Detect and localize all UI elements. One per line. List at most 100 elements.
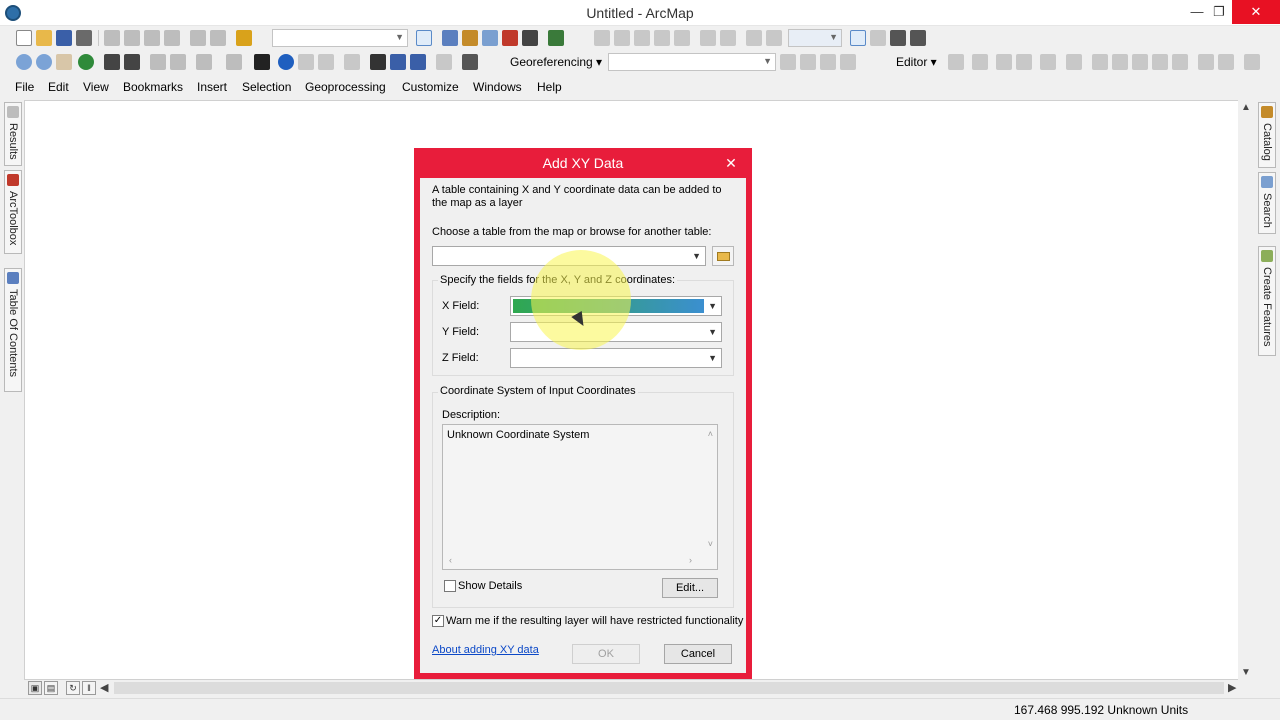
map-scale-combo[interactable]: ▼ bbox=[272, 29, 408, 47]
sketch-properties-icon[interactable] bbox=[1218, 54, 1234, 70]
pause-drawing-button[interactable]: ‖ bbox=[82, 681, 96, 695]
dock-tab-table-of-contents[interactable]: Table Of Contents bbox=[4, 268, 22, 392]
layout-tool-2-icon[interactable] bbox=[766, 30, 782, 46]
zoom-out-icon[interactable] bbox=[36, 54, 52, 70]
ok-button[interactable]: OK bbox=[572, 644, 640, 664]
horizontal-scroll-track[interactable] bbox=[114, 682, 1224, 694]
table-of-contents-icon[interactable] bbox=[442, 30, 458, 46]
georeferencing-menu[interactable]: Georeferencing ▾ bbox=[510, 55, 602, 69]
rotate-icon[interactable] bbox=[780, 54, 796, 70]
menu-windows[interactable]: Windows bbox=[473, 80, 522, 94]
editor-menu[interactable]: Editor ▾ bbox=[896, 55, 937, 69]
maximize-button[interactable]: ❐ bbox=[1204, 0, 1234, 24]
redo-icon[interactable] bbox=[210, 30, 226, 46]
save-icon[interactable] bbox=[56, 30, 72, 46]
layout-zoom-icon[interactable] bbox=[700, 30, 716, 46]
new-document-icon[interactable] bbox=[16, 30, 32, 46]
copy-icon[interactable] bbox=[124, 30, 140, 46]
menu-file[interactable]: File bbox=[15, 80, 34, 94]
scroll-left-arrow-icon[interactable]: ◀ bbox=[100, 681, 108, 694]
arctoolbox-icon[interactable] bbox=[502, 30, 518, 46]
dock-tab-create-features[interactable]: Create Features bbox=[1258, 246, 1276, 356]
python-window-icon[interactable] bbox=[522, 30, 538, 46]
pan-hand-icon[interactable] bbox=[56, 54, 72, 70]
zoom-in-fixed-icon[interactable] bbox=[594, 30, 610, 46]
trace-icon[interactable] bbox=[1040, 54, 1056, 70]
reshape-icon[interactable] bbox=[1112, 54, 1128, 70]
menu-edit[interactable]: Edit bbox=[48, 80, 69, 94]
scroll-down-arrow-icon[interactable]: ▼ bbox=[1241, 667, 1251, 678]
layout-view-button[interactable]: ▤ bbox=[44, 681, 58, 695]
select-elements-arrow-icon[interactable] bbox=[254, 54, 270, 70]
time-slider-icon[interactable] bbox=[436, 54, 452, 70]
hyperlink-icon[interactable] bbox=[298, 54, 314, 70]
edit-tool-icon[interactable] bbox=[948, 54, 964, 70]
find-binoculars-icon[interactable] bbox=[370, 54, 386, 70]
dock-tab-results[interactable]: Results bbox=[4, 102, 22, 166]
chevron-right-icon[interactable]: › bbox=[689, 555, 692, 565]
menu-insert[interactable]: Insert bbox=[197, 80, 227, 94]
paste-icon[interactable] bbox=[144, 30, 160, 46]
split-icon[interactable] bbox=[1152, 54, 1168, 70]
point-icon[interactable] bbox=[1066, 54, 1082, 70]
menu-selection[interactable]: Selection bbox=[242, 80, 291, 94]
pan-fixed-icon[interactable] bbox=[634, 30, 650, 46]
about-adding-xy-data-link[interactable]: About adding XY data bbox=[432, 644, 539, 656]
scale-icon[interactable] bbox=[820, 54, 836, 70]
georeferencing-layer-combo[interactable]: ▼ bbox=[608, 53, 776, 71]
browse-button[interactable] bbox=[712, 246, 734, 266]
show-details-checkbox[interactable] bbox=[444, 580, 456, 592]
description-box[interactable]: Unknown Coordinate System ˄ ˅ ‹ › bbox=[442, 424, 718, 570]
refresh-button[interactable]: ↻ bbox=[66, 681, 80, 695]
data-view-button[interactable]: ▣ bbox=[28, 681, 42, 695]
change-layout-icon[interactable] bbox=[870, 30, 886, 46]
layout-zoom-combo[interactable]: ▼ bbox=[788, 29, 842, 47]
horizontal-scrollbar[interactable]: ▣ ▤ ↻ ‖ ◀ ▶ bbox=[24, 680, 1240, 696]
dock-tab-catalog[interactable]: Catalog bbox=[1258, 102, 1276, 168]
model-builder-icon[interactable] bbox=[548, 30, 564, 46]
full-extent-icon[interactable] bbox=[654, 30, 670, 46]
html-popup-icon[interactable] bbox=[318, 54, 334, 70]
scroll-right-arrow-icon[interactable]: ▶ bbox=[1228, 681, 1236, 694]
shift-icon[interactable] bbox=[800, 54, 816, 70]
print-icon[interactable] bbox=[76, 30, 92, 46]
measure-icon[interactable] bbox=[344, 54, 360, 70]
dock-tab-search[interactable]: Search bbox=[1258, 172, 1276, 234]
focus-data-frame-icon[interactable] bbox=[850, 30, 866, 46]
zoom-in-icon[interactable] bbox=[16, 54, 32, 70]
dock-tab-arctoolbox[interactable]: ArcToolbox bbox=[4, 170, 22, 254]
data-driven-pages-icon[interactable] bbox=[890, 30, 906, 46]
menu-view[interactable]: View bbox=[83, 80, 109, 94]
layout-pan-icon[interactable] bbox=[720, 30, 736, 46]
edit-vertices-icon[interactable] bbox=[1092, 54, 1108, 70]
dialog-close-button[interactable]: ✕ bbox=[718, 153, 744, 173]
search-window-icon[interactable] bbox=[482, 30, 498, 46]
refresh-view-icon[interactable] bbox=[674, 30, 690, 46]
fixed-zoom-out-icon[interactable] bbox=[124, 54, 140, 70]
go-to-xy-icon[interactable] bbox=[410, 54, 426, 70]
menu-bookmarks[interactable]: Bookmarks bbox=[123, 80, 183, 94]
zoom-out-fixed-icon[interactable] bbox=[614, 30, 630, 46]
add-control-points-icon[interactable] bbox=[840, 54, 856, 70]
clear-selection-icon[interactable] bbox=[226, 54, 242, 70]
z-field-combo[interactable]: ▼ bbox=[510, 348, 722, 368]
cut-icon[interactable] bbox=[104, 30, 120, 46]
select-features-icon[interactable] bbox=[196, 54, 212, 70]
layout-options-icon[interactable] bbox=[910, 30, 926, 46]
edit-button[interactable]: Edit... bbox=[662, 578, 718, 598]
rotate-edit-icon[interactable] bbox=[1172, 54, 1188, 70]
menu-geoprocessing[interactable]: Geoprocessing bbox=[305, 80, 386, 94]
open-folder-icon[interactable] bbox=[36, 30, 52, 46]
chevron-left-icon[interactable]: ‹ bbox=[449, 555, 452, 565]
editor-toolbar-icon[interactable] bbox=[416, 30, 432, 46]
find-route-icon[interactable] bbox=[390, 54, 406, 70]
go-back-icon[interactable] bbox=[150, 54, 166, 70]
straight-segment-icon[interactable] bbox=[996, 54, 1012, 70]
menu-customize[interactable]: Customize bbox=[402, 80, 459, 94]
create-viewer-icon[interactable] bbox=[462, 54, 478, 70]
cancel-button[interactable]: Cancel bbox=[664, 644, 732, 664]
close-window-button[interactable]: ✕ bbox=[1232, 0, 1280, 24]
full-extent-globe-icon[interactable] bbox=[78, 54, 94, 70]
cut-polygons-icon[interactable] bbox=[1132, 54, 1148, 70]
warn-checkbox[interactable]: ✓ bbox=[432, 615, 444, 627]
